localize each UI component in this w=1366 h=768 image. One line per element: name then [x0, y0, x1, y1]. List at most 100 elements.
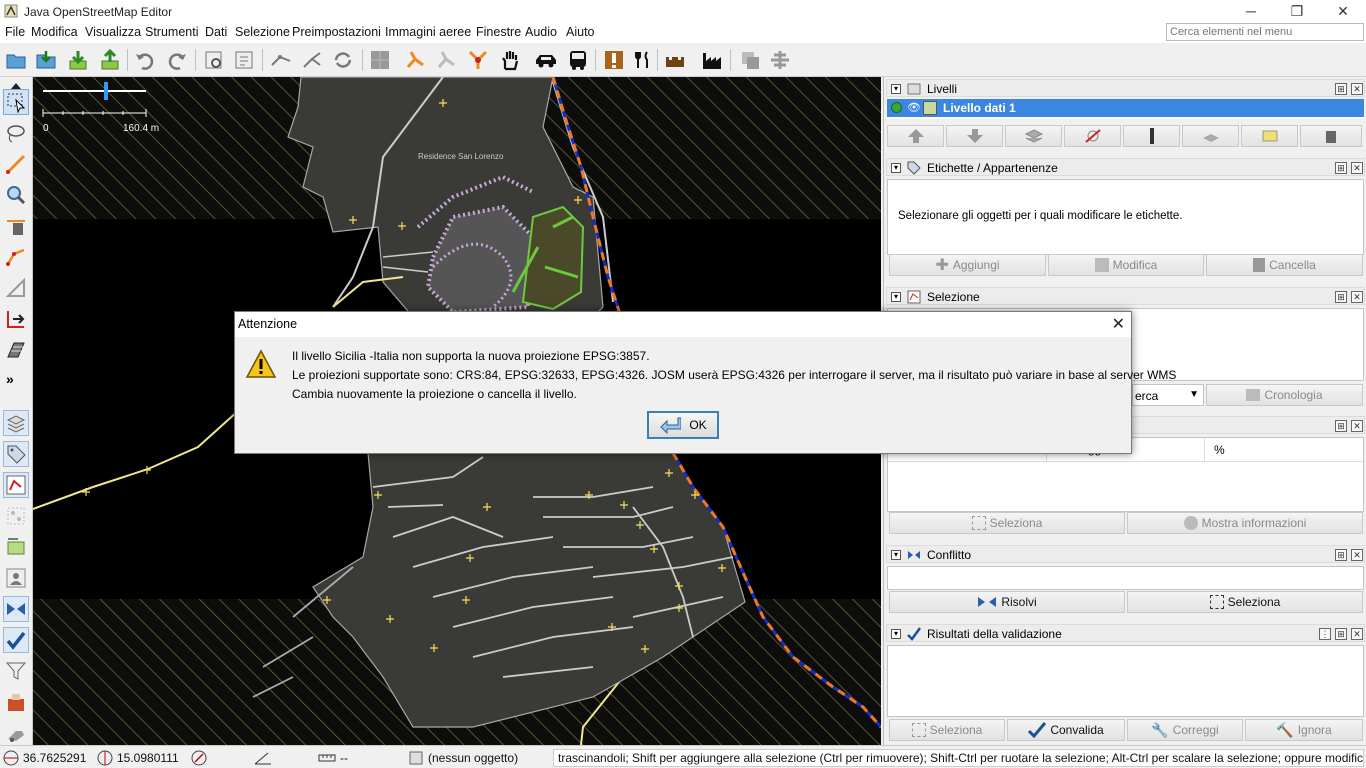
- relation-list-icon[interactable]: [3, 503, 29, 529]
- panel-header-validation[interactable]: ▾ Risultati della validazione ⋮ ⊞ ✕: [886, 624, 1365, 642]
- align-icon[interactable]: [434, 47, 460, 73]
- plugins-icon[interactable]: [767, 47, 793, 73]
- layer-active-icon[interactable]: [891, 102, 902, 113]
- orthogonalize-icon[interactable]: [403, 47, 429, 73]
- warning-preset-icon[interactable]: [601, 47, 627, 73]
- close-panel-icon[interactable]: ✕: [1351, 291, 1363, 303]
- layers-toggle-icon[interactable]: [3, 410, 29, 436]
- download-icon[interactable]: [65, 47, 91, 73]
- filter-select-button[interactable]: Seleziona: [889, 512, 1125, 534]
- close-panel-icon[interactable]: ✕: [1351, 162, 1363, 174]
- parallel-mode-icon[interactable]: [3, 244, 29, 270]
- refresh-icon[interactable]: [330, 47, 356, 73]
- close-panel-icon[interactable]: ✕: [1351, 420, 1363, 432]
- commands-icon[interactable]: [3, 534, 29, 560]
- layer-visible-eye-icon[interactable]: 👁: [907, 101, 921, 114]
- angle-mode-icon[interactable]: [3, 275, 29, 301]
- split-way-icon[interactable]: [268, 47, 294, 73]
- menu-dati[interactable]: Dati: [205, 25, 227, 39]
- lasso-mode-icon[interactable]: [3, 120, 29, 146]
- filter-icon[interactable]: [3, 658, 29, 684]
- menu-search-input[interactable]: [1166, 23, 1364, 41]
- detach-panel-icon[interactable]: ⊞: [1335, 291, 1347, 303]
- move-down-button[interactable]: [946, 125, 1003, 147]
- bus-preset-icon[interactable]: [565, 47, 591, 73]
- panel-header-tags[interactable]: ▾ Etichette / Appartenenze ⊞ ✕: [886, 158, 1365, 176]
- open-icon[interactable]: [3, 47, 29, 73]
- resolve-button[interactable]: Risolvi: [889, 591, 1125, 613]
- draw-mode-icon[interactable]: [3, 151, 29, 177]
- show-info-button[interactable]: Mostra informazioni: [1127, 512, 1363, 534]
- collapse-selection-checkbox[interactable]: ▾: [891, 292, 901, 302]
- conflict-toggle-icon[interactable]: [3, 596, 29, 622]
- menu-selezione[interactable]: Selezione: [235, 25, 290, 39]
- select-mode-icon[interactable]: [3, 89, 29, 115]
- user-list-icon[interactable]: [3, 565, 29, 591]
- combine-way-icon[interactable]: [299, 47, 325, 73]
- edit-tag-button[interactable]: Modifica: [1048, 254, 1204, 276]
- upload-icon[interactable]: [97, 47, 123, 73]
- menu-preimpostazioni[interactable]: Preimpostazioni: [292, 25, 381, 39]
- validate-button[interactable]: Convalida: [1007, 719, 1125, 741]
- layers-copy-icon[interactable]: [737, 47, 763, 73]
- delete-tag-button[interactable]: Cancella: [1206, 254, 1363, 276]
- tags-toggle-icon[interactable]: [3, 441, 29, 467]
- collapse-layers-checkbox[interactable]: ▾: [891, 84, 901, 94]
- buildings-mode-icon[interactable]: [3, 337, 29, 363]
- panel-header-selection[interactable]: ▾ Selezione ⊞ ✕: [886, 287, 1365, 305]
- dialog-close-icon[interactable]: ✕: [1112, 314, 1125, 334]
- improve-way-icon[interactable]: [3, 306, 29, 332]
- menu-aiuto[interactable]: Aiuto: [566, 25, 595, 39]
- detach-panel-icon[interactable]: ⊞: [1335, 549, 1347, 561]
- ignore-button[interactable]: 🔨 Ignora: [1245, 719, 1363, 741]
- history-button[interactable]: Cronologia: [1206, 384, 1363, 406]
- minimize-button[interactable]: ─: [1228, 0, 1274, 23]
- move-up-button[interactable]: [887, 125, 944, 147]
- menu-finestre[interactable]: Finestre: [476, 25, 521, 39]
- validation-toggle-icon[interactable]: [3, 627, 29, 653]
- layer-info-button[interactable]: [1241, 125, 1298, 147]
- selection-toggle-icon[interactable]: [3, 472, 29, 498]
- menu-immagini-aeree[interactable]: Immagini aeree: [385, 25, 471, 39]
- close-window-button[interactable]: ✕: [1320, 0, 1366, 23]
- more-tools-icon[interactable]: »: [6, 371, 14, 387]
- delete-mode-icon[interactable]: [3, 213, 29, 239]
- detach-panel-icon[interactable]: ⊞: [1335, 83, 1347, 95]
- detach-panel-icon[interactable]: ⊞: [1335, 628, 1347, 640]
- panel-header-conflict[interactable]: ▾ Conflitto ⊞ ✕: [886, 545, 1365, 563]
- duplicate-layer-button[interactable]: [1182, 125, 1239, 147]
- merge-layer-button[interactable]: [1005, 125, 1062, 147]
- restore-button[interactable]: ❐: [1274, 0, 1320, 23]
- panel-header-layers[interactable]: ▾ Livelli ⊞ ✕: [886, 79, 1365, 97]
- car-preset-icon[interactable]: [533, 47, 559, 73]
- close-panel-icon[interactable]: ✕: [1351, 628, 1363, 640]
- redo-icon[interactable]: [164, 47, 190, 73]
- close-panel-icon[interactable]: ✕: [1351, 83, 1363, 95]
- misc-tool-icon[interactable]: [3, 720, 29, 746]
- ok-button[interactable]: OK: [647, 411, 719, 439]
- pan-hand-icon[interactable]: [497, 47, 523, 73]
- detach-panel-icon[interactable]: ⊞: [1335, 420, 1347, 432]
- menu-visualizza[interactable]: Visualizza: [85, 25, 141, 39]
- detach-panel-icon[interactable]: ⊞: [1335, 162, 1347, 174]
- menu-audio[interactable]: Audio: [525, 25, 557, 39]
- simplify-icon[interactable]: [465, 47, 491, 73]
- preferences-icon[interactable]: [201, 47, 227, 73]
- close-panel-icon[interactable]: ✕: [1351, 549, 1363, 561]
- restaurant-icon[interactable]: [630, 47, 656, 73]
- castle-icon[interactable]: [662, 47, 688, 73]
- save-icon[interactable]: [33, 47, 59, 73]
- author-icon[interactable]: [3, 689, 29, 715]
- delete-layer-button[interactable]: [1300, 125, 1362, 147]
- opacity-button[interactable]: [1123, 125, 1180, 147]
- preferences-small-icon[interactable]: ⋮: [1319, 628, 1331, 640]
- properties-icon[interactable]: [231, 47, 257, 73]
- toggle-visibility-button[interactable]: [1064, 125, 1121, 147]
- scroll-up-icon[interactable]: [10, 79, 22, 89]
- conflict-select-button[interactable]: Seleziona: [1127, 591, 1363, 613]
- zoom-mode-icon[interactable]: [3, 182, 29, 208]
- undo-icon[interactable]: [132, 47, 158, 73]
- fix-button[interactable]: 🔧 Correggi: [1127, 719, 1243, 741]
- menu-modifica[interactable]: Modifica: [31, 25, 78, 39]
- search-dropdown[interactable]: erca ▼: [1132, 384, 1204, 406]
